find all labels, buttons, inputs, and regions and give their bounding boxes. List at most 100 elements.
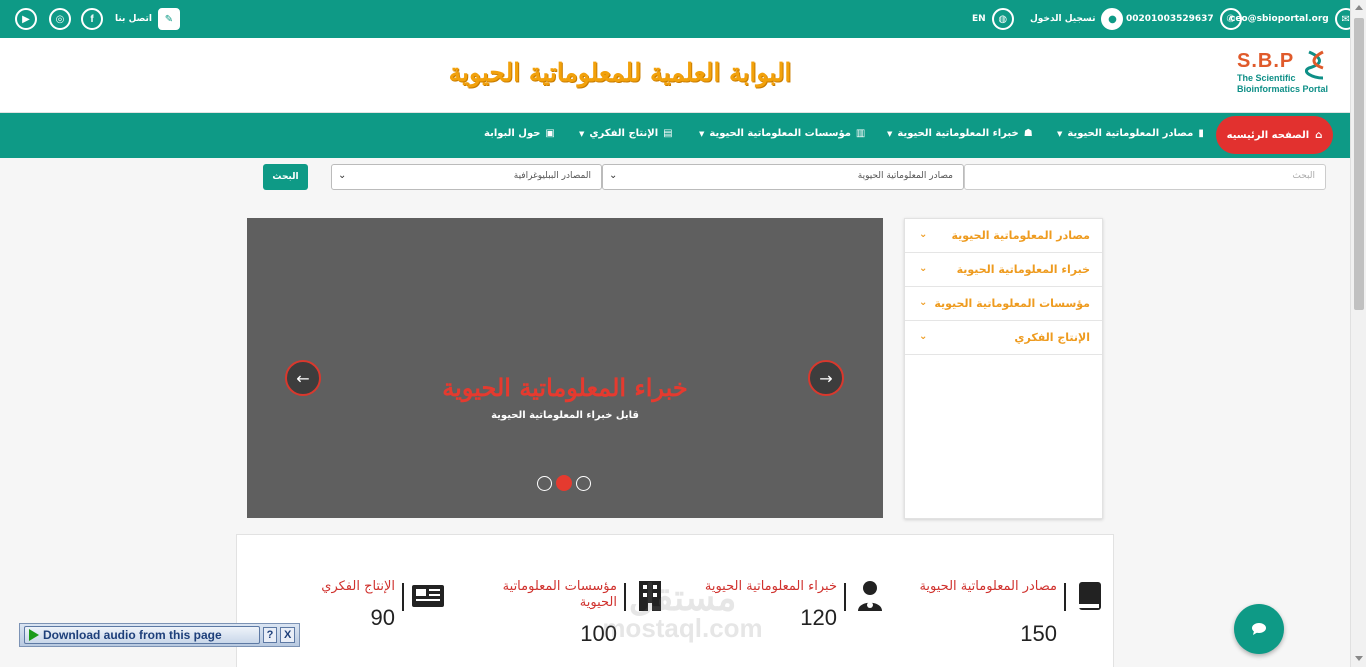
help-button[interactable]: ? (262, 627, 278, 643)
nav-item-label: مؤسسات المعلوماتية الحيوية (709, 128, 851, 139)
stat-value: 150 (1020, 621, 1057, 646)
logo-line2: Bioinformatics Portal (1237, 84, 1329, 94)
watermark-latin: mostaql.com (602, 613, 763, 643)
email-link[interactable]: ✉ ceo@sbioportal.org (1230, 8, 1357, 30)
scroll-up-icon[interactable] (1355, 5, 1363, 10)
nav-item-about[interactable]: ▣ حول البوابة (484, 128, 555, 139)
nav-item-label: خبراء المعلوماتية الحيوية (897, 128, 1019, 139)
facebook-icon: f (81, 8, 103, 30)
download-audio-button[interactable]: Download audio from this page (24, 626, 260, 644)
watermark: مستقل mostaql.com (595, 577, 770, 657)
users-icon: ☗ (1023, 128, 1033, 139)
instagram-link[interactable]: ◎ (49, 8, 71, 30)
page-scrollbar[interactable] (1350, 0, 1366, 667)
site-header: البوابة العلمية للمعلوماتية الحيوية S.B.… (0, 38, 1350, 113)
language-text: EN (972, 14, 986, 24)
category-select[interactable]: مصادر المعلوماتية الحيوية ⌄ (602, 164, 964, 190)
contact-icon: ✎ (157, 8, 180, 30)
contact-link[interactable]: ✎ اتصل بنا (115, 8, 180, 30)
sidebar-item-label: خبراء المعلوماتية الحيوية (956, 263, 1090, 276)
scroll-down-icon[interactable] (1355, 656, 1363, 661)
slider-dot[interactable] (537, 475, 552, 491)
login-link[interactable]: ● تسجيل الدخول (1030, 8, 1124, 30)
phone-text: 0020100352963‎7 (1126, 14, 1214, 24)
hero-slider: ← → خبراء المعلوماتية الحيوية قابل خبراء… (247, 218, 883, 518)
sidebar-item-experts[interactable]: خبراء المعلوماتية الحيوية ⌄ (905, 253, 1102, 287)
chat-button[interactable] (1234, 604, 1284, 654)
stat-divider (844, 583, 846, 611)
top-bar: ✉ ceo@sbioportal.org ✆ 0020100352963‎7 ●… (0, 0, 1357, 38)
site-logo[interactable]: S.B.P The Scientific Bioinformatics Port… (1237, 50, 1347, 102)
chevron-down-icon: ⌄ (919, 229, 928, 240)
facebook-link[interactable]: f (81, 8, 103, 30)
phone-link[interactable]: ✆ 0020100352963‎7 (1126, 8, 1242, 30)
stat-label: الإنتاج الفكري (321, 579, 395, 594)
book-icon: ▮ (1198, 128, 1204, 139)
nav-item-sources[interactable]: ▮ مصادر المعلوماتية الحيوية ▼ (1057, 128, 1204, 139)
search-button[interactable]: البحث (263, 164, 308, 190)
search-input[interactable]: البحث (964, 164, 1326, 190)
sidebar-menu: مصادر المعلوماتية الحيوية ⌄ خبراء المعلو… (904, 218, 1103, 519)
chevron-down-icon: ⌄ (609, 170, 618, 181)
book-icon (1073, 579, 1107, 613)
play-icon (29, 629, 39, 641)
building-icon: ▥ (855, 128, 866, 139)
sidebar-item-sources[interactable]: مصادر المعلوماتية الحيوية ⌄ (905, 219, 1102, 253)
nav-home[interactable]: ⌂ الصفحه الرئيسيه (1216, 116, 1333, 154)
user-icon: ● (1101, 8, 1124, 30)
newspaper-icon: ▤ (663, 128, 673, 139)
chevron-down-icon: ⌄ (919, 297, 928, 308)
email-text: ceo@sbioportal.org (1230, 14, 1329, 24)
sidebar-item-institutions[interactable]: مؤسسات المعلوماتية الحيوية ⌄ (905, 287, 1102, 321)
site-title: البوابة العلمية للمعلوماتية الحيوية (448, 58, 792, 87)
nav-item-label: الإنتاج الفكري (589, 128, 659, 139)
login-text: تسجيل الدخول (1030, 14, 1096, 24)
globe-icon: ◍ (991, 8, 1014, 30)
slider-dot[interactable] (576, 475, 591, 491)
sidebar-item-production[interactable]: الإنتاج الفكري ⌄ (905, 321, 1102, 355)
contact-text: اتصل بنا (115, 14, 152, 24)
sidebar-item-label: الإنتاج الفكري (1014, 331, 1090, 344)
nav-item-label: مصادر المعلوماتية الحيوية (1067, 128, 1194, 139)
main-nav: ⌂ الصفحه الرئيسيه ▮ مصادر المعلوماتية ال… (0, 113, 1350, 158)
dna-icon (1305, 50, 1324, 80)
stat-divider (1064, 583, 1066, 611)
stat-divider (402, 583, 404, 611)
slide-subtitle: قابل خبراء المعلوماتية الحيوية (491, 410, 639, 421)
user-doctor-icon (853, 579, 887, 613)
stat-label: مصادر المعلوماتية الحيوية (919, 579, 1057, 594)
language-switch[interactable]: ◍ EN (972, 8, 1014, 30)
chat-bubble-icon (1252, 623, 1266, 635)
stat-sources: مصادر المعلوماتية الحيوية 150 (907, 579, 1107, 667)
instagram-icon: ◎ (49, 8, 71, 30)
caret-down-icon: ▼ (1057, 129, 1063, 138)
slide-title: خبراء المعلوماتية الحيوية (442, 373, 688, 402)
logo-letters: S.B.P (1237, 50, 1295, 72)
newspaper-icon (411, 579, 445, 613)
nav-item-experts[interactable]: ☗ خبراء المعلوماتية الحيوية ▼ (887, 128, 1033, 139)
category-select-value: مصادر المعلوماتية الحيوية (857, 171, 953, 181)
slider-dots (537, 475, 591, 491)
sidebar-item-label: مصادر المعلوماتية الحيوية (951, 229, 1090, 242)
slider-dot-active[interactable] (556, 475, 572, 491)
sidebar-item-label: مؤسسات المعلوماتية الحيوية (934, 297, 1090, 310)
id-card-icon: ▣ (545, 128, 555, 139)
close-button[interactable]: X (280, 627, 295, 643)
nav-home-label: الصفحه الرئيسيه (1226, 129, 1310, 141)
chevron-down-icon: ⌄ (919, 263, 928, 274)
download-audio-label: Download audio from this page (43, 628, 222, 642)
chevron-down-icon: ⌄ (338, 170, 347, 181)
nav-item-institutions[interactable]: ▥ مؤسسات المعلوماتية الحيوية ▼ (699, 128, 865, 139)
nav-item-label: حول البوابة (484, 128, 541, 139)
nav-item-production[interactable]: ▤ الإنتاج الفكري ▼ (579, 128, 673, 139)
caret-down-icon: ▼ (699, 129, 705, 138)
scroll-thumb[interactable] (1354, 18, 1364, 310)
source-type-select-value: المصادر الببليوغرافية (513, 171, 591, 181)
caret-down-icon: ▼ (579, 129, 585, 138)
source-type-select[interactable]: المصادر الببليوغرافية ⌄ (331, 164, 602, 190)
caret-down-icon: ▼ (887, 129, 893, 138)
youtube-link[interactable]: ▶ (15, 8, 37, 30)
home-icon: ⌂ (1315, 129, 1323, 141)
logo-line1: The Scientific (1237, 73, 1296, 83)
audio-toolbar: Download audio from this page ? X (19, 623, 300, 647)
